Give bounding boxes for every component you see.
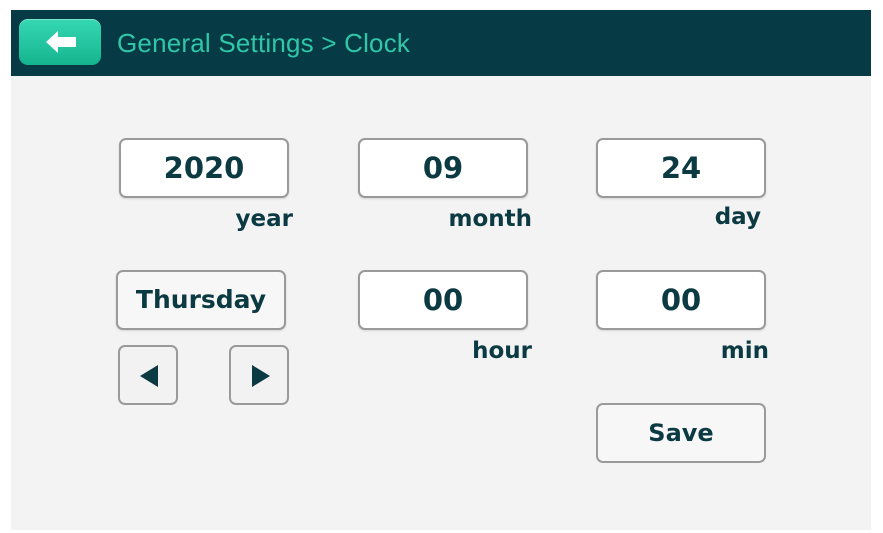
month-field[interactable]: 09 bbox=[358, 138, 528, 198]
hour-label: hour bbox=[472, 338, 532, 364]
minute-label: min bbox=[720, 338, 769, 364]
hour-field[interactable]: 00 bbox=[358, 270, 528, 330]
triangle-right-icon bbox=[252, 365, 270, 387]
weekday-field[interactable]: Thursday bbox=[116, 270, 286, 330]
day-field[interactable]: 24 bbox=[596, 138, 766, 198]
month-label: month bbox=[448, 206, 532, 232]
next-weekday-button[interactable] bbox=[229, 345, 289, 405]
arrow-left-icon bbox=[46, 31, 76, 53]
page-title: General Settings > Clock bbox=[117, 28, 411, 58]
clock-settings-screen: General Settings > Clock 2020 year 09 mo… bbox=[11, 10, 871, 530]
previous-weekday-button[interactable] bbox=[118, 345, 178, 405]
year-label: year bbox=[235, 206, 293, 232]
title-bar: General Settings > Clock bbox=[11, 10, 871, 76]
save-button[interactable]: Save bbox=[596, 403, 766, 463]
back-button[interactable] bbox=[19, 19, 101, 65]
triangle-left-icon bbox=[140, 365, 158, 387]
day-label: day bbox=[714, 204, 761, 230]
minute-field[interactable]: 00 bbox=[596, 270, 766, 330]
year-field[interactable]: 2020 bbox=[119, 138, 289, 198]
